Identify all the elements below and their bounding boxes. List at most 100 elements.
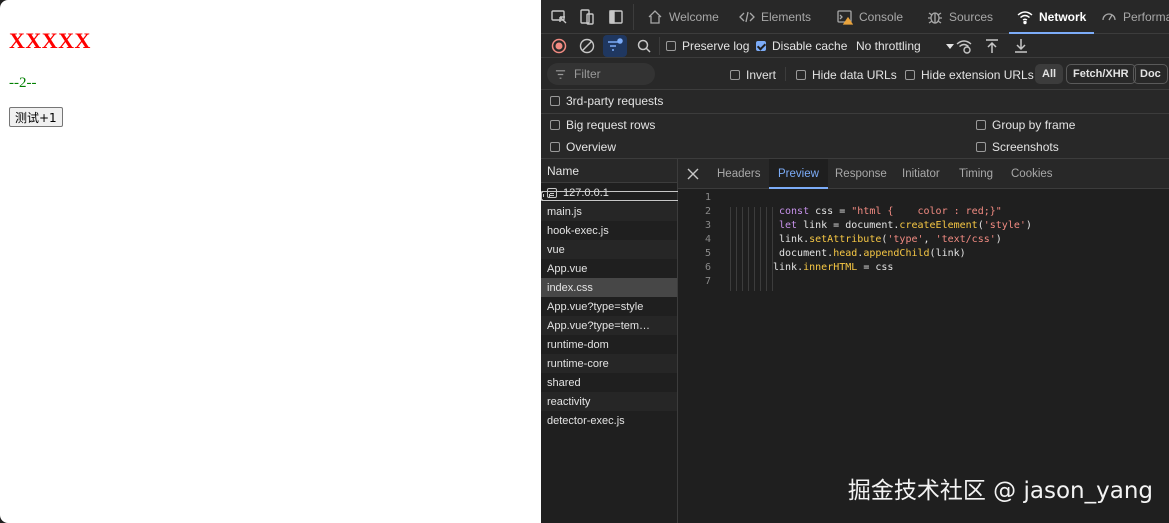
checkbox-label: Preserve log [682, 39, 750, 53]
increment-button[interactable]: 测试+1 [9, 107, 63, 127]
dock-side-icon[interactable] [607, 8, 625, 26]
request-name: App.vue [547, 262, 588, 275]
inspect-element-icon[interactable] [550, 8, 568, 26]
preserve-log-checkbox[interactable]: Preserve log [666, 39, 749, 53]
request-name: hook-exec.js [547, 224, 609, 237]
network-toolbar: Preserve log Disable cache No throttling [541, 34, 1169, 58]
devtools-tabbar: Welcome Elements Console Sources Network… [541, 0, 1169, 34]
code-text: let link = document.createElement('style… [779, 220, 1032, 231]
request-list: Name 127.0.0.1 main.js hook-exec.js vue … [541, 159, 1032, 523]
disable-cache-checkbox[interactable]: Disable cache [756, 39, 847, 53]
code-line: 7 [678, 275, 1169, 289]
request-name: detector-exec.js [547, 414, 625, 427]
checkbox-label: Hide extension URLs [921, 68, 1034, 82]
terminal-warning-icon [837, 10, 853, 25]
request-row[interactable]: main.js [541, 191, 1032, 221]
divider [659, 37, 660, 55]
request-row[interactable]: shared [541, 191, 1032, 392]
request-row[interactable]: App.vue [541, 191, 1032, 278]
options-row-2: Big request rows Group by frame [541, 113, 1169, 137]
bug-icon [928, 12, 942, 24]
name-column-header[interactable]: Name [541, 159, 677, 183]
line-number: 2 [704, 206, 711, 217]
checkbox-box[interactable] [666, 41, 676, 51]
line-number: 7 [704, 276, 711, 287]
request-row[interactable]: runtime-dom [541, 191, 1032, 354]
filter-icon[interactable] [606, 37, 624, 55]
tab-welcome[interactable]: Welcome [647, 0, 719, 34]
filter-funnel-icon [555, 69, 566, 79]
line-number: 1 [704, 192, 711, 203]
code-preview: 1 2 const css = "html { color : red;}" 3 l… [678, 191, 1169, 291]
tab-sources[interactable]: Sources [927, 0, 993, 34]
record-stop-icon[interactable] [550, 37, 568, 55]
gauge-icon [1102, 13, 1116, 21]
code-text: link.setAttribute('type', 'text/css') [779, 234, 1002, 245]
tab-label: Welcome [669, 10, 719, 24]
device-toolbar-icon[interactable] [578, 8, 596, 26]
checkbox-box[interactable] [976, 120, 986, 130]
request-row[interactable]: runtime-core [541, 191, 1032, 373]
search-icon[interactable] [635, 37, 653, 55]
page-heading: XXXXX [9, 28, 91, 53]
tab-cookies[interactable]: Cookies [1011, 159, 1053, 189]
request-row-selected[interactable]: index.css [541, 191, 1032, 297]
big-request-rows-checkbox[interactable]: Big request rows [550, 118, 655, 132]
divider [633, 4, 634, 30]
request-name: vue [547, 243, 565, 256]
filter-pill-all[interactable]: All [1035, 64, 1064, 84]
tab-console[interactable]: Console [837, 0, 903, 34]
code-brackets-icon [739, 11, 755, 23]
upload-icon[interactable] [983, 37, 1001, 55]
tab-preview[interactable]: Preview [769, 159, 828, 189]
request-row[interactable]: vue [541, 191, 1032, 259]
group-by-frame-checkbox[interactable]: Group by frame [976, 118, 1075, 132]
download-icon[interactable] [1012, 37, 1030, 55]
checkbox-box[interactable] [550, 96, 560, 106]
filter-placeholder: Filter [574, 67, 601, 81]
filter-pill-fetch-xhr[interactable]: Fetch/XHR [1066, 64, 1136, 84]
tab-response[interactable]: Response [835, 159, 887, 189]
request-row[interactable]: App.vue?type=tem… [541, 191, 1032, 335]
clear-icon[interactable] [578, 37, 596, 55]
hide-extension-urls-checkbox[interactable]: Hide extension URLs [905, 68, 1034, 82]
devtools-panel: Welcome Elements Console Sources Network… [541, 0, 1169, 523]
line-number: 3 [704, 220, 711, 231]
code-text: const css = "html { color : red;}" [779, 206, 1002, 217]
tab-performance[interactable]: Performa [1101, 0, 1169, 34]
third-party-checkbox[interactable]: 3rd-party requests [550, 94, 663, 108]
tab-elements[interactable]: Elements [739, 0, 811, 34]
filter-input[interactable]: Filter [547, 63, 655, 85]
checkbox-label: Big request rows [566, 118, 656, 132]
checkbox-box[interactable] [796, 70, 806, 80]
request-row[interactable]: App.vue?type=style [541, 191, 1032, 316]
checkbox-box[interactable] [756, 41, 766, 51]
tab-network[interactable]: Network [1008, 0, 1095, 34]
tab-label: Performa [1123, 10, 1169, 24]
hide-data-urls-checkbox[interactable]: Hide data URLs [796, 68, 897, 82]
filter-pill-doc[interactable]: Doc [1133, 64, 1168, 84]
request-row[interactable]: reactivity [541, 191, 1032, 411]
tab-label: Sources [949, 10, 994, 24]
tab-label: Network [1039, 10, 1087, 24]
request-row[interactable]: detector-exec.js [541, 191, 1032, 430]
throttling-select[interactable]: No throttling [856, 39, 955, 53]
chevron-down-icon [945, 44, 954, 49]
request-detail: Headers Preview Response Initiator Timin… [678, 159, 1169, 523]
request-name: runtime-core [547, 357, 609, 370]
checkbox-box[interactable] [730, 70, 740, 80]
checkbox-box[interactable] [550, 142, 560, 152]
network-conditions-icon[interactable] [955, 37, 973, 55]
counter-text: --2-- [9, 75, 37, 91]
checkbox-box[interactable] [976, 142, 986, 152]
tab-headers[interactable]: Headers [717, 159, 760, 189]
close-icon[interactable] [687, 168, 699, 180]
tab-timing[interactable]: Timing [959, 159, 993, 189]
overview-checkbox[interactable]: Overview [550, 140, 616, 154]
checkbox-box[interactable] [905, 70, 915, 80]
invert-checkbox[interactable]: Invert [730, 68, 776, 82]
request-row[interactable]: hook-exec.js [541, 191, 1032, 240]
tab-initiator[interactable]: Initiator [902, 159, 940, 189]
checkbox-box[interactable] [550, 120, 560, 130]
screenshots-checkbox[interactable]: Screenshots [976, 140, 1059, 154]
